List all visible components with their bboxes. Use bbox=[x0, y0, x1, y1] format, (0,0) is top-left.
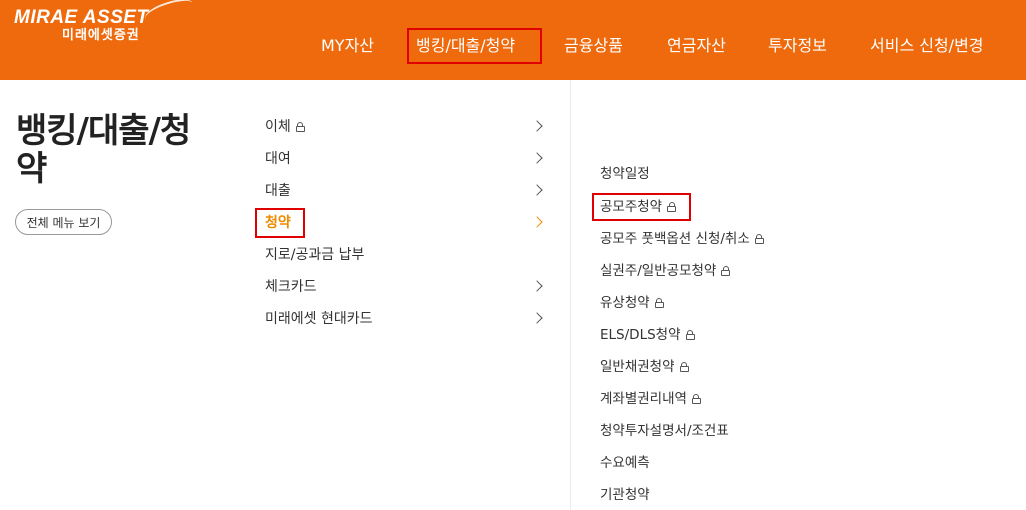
submenu-item-hyundai-card[interactable]: 미래에셋 현대카드 bbox=[265, 307, 547, 331]
menu-item-els-dls-subscription[interactable]: ELS/DLS청약 bbox=[600, 324, 695, 346]
gnb-active-underline bbox=[414, 62, 534, 64]
menu-item-label: 수요예측 bbox=[600, 455, 650, 471]
menu-item-label: 실권주/일반공모청약 bbox=[600, 263, 717, 279]
logo-swoosh-icon bbox=[142, 0, 196, 28]
submenu-label: 체크카드 bbox=[265, 279, 317, 295]
submenu-label: 대여 bbox=[265, 151, 291, 167]
menu-item-ipo-subscription[interactable]: 공모주청약 bbox=[600, 196, 677, 218]
lock-icon bbox=[685, 330, 695, 340]
menu-item-label: 기관청약 bbox=[600, 487, 650, 503]
chevron-right-icon bbox=[531, 280, 543, 292]
menu-item-subscription-schedule[interactable]: 청약일정 bbox=[600, 163, 650, 185]
menu-item-institutional-subscription[interactable]: 기관청약 bbox=[600, 484, 650, 506]
gnb-item-my-assets[interactable]: MY자산 bbox=[321, 36, 374, 56]
lock-icon bbox=[691, 394, 701, 404]
menu-item-label: 공모주청약 bbox=[600, 199, 663, 215]
submenu-item-loan[interactable]: 대출 bbox=[265, 179, 547, 203]
menu-item-ipo-putback-option[interactable]: 공모주 풋백옵션 신청/취소 bbox=[600, 228, 764, 250]
submenu-label: 지로/공과금 납부 bbox=[265, 247, 365, 263]
menu-item-label: 청약투자설명서/조건표 bbox=[600, 423, 729, 439]
submenu-item-transfer[interactable]: 이체 bbox=[265, 115, 547, 139]
menu-item-general-bond-subscription[interactable]: 일반채권청약 bbox=[600, 356, 689, 378]
gnb-item-financial-products[interactable]: 금융상품 bbox=[564, 36, 623, 56]
menu-item-label: 청약일정 bbox=[600, 166, 650, 182]
header-bar: MIRAE ASSET 미래에셋증권 MY자산 뱅킹/대출/청약 금융상품 연금… bbox=[0, 0, 1026, 80]
page-title: 뱅킹/대출/청약 bbox=[16, 111, 191, 189]
lock-icon bbox=[679, 362, 689, 372]
menu-item-account-rights-history[interactable]: 계좌별권리내역 bbox=[600, 388, 701, 410]
menu-item-label: 일반채권청약 bbox=[600, 359, 675, 375]
brand-logo[interactable]: MIRAE ASSET 미래에셋증권 bbox=[14, 0, 196, 44]
gnb-item-pension-assets[interactable]: 연금자산 bbox=[667, 36, 726, 56]
lock-icon bbox=[654, 298, 664, 308]
menu-item-prospectus-terms[interactable]: 청약투자설명서/조건표 bbox=[600, 420, 729, 442]
chevron-right-icon bbox=[531, 152, 543, 164]
submenu-label: 미래에셋 현대카드 bbox=[265, 311, 373, 327]
menu-item-forfeited-public-offering[interactable]: 실권주/일반공모청약 bbox=[600, 260, 731, 282]
submenu-label: 이체 bbox=[265, 119, 291, 135]
lock-icon bbox=[295, 122, 305, 132]
menu-item-label: 유상청약 bbox=[600, 295, 650, 311]
menu-item-rights-offering[interactable]: 유상청약 bbox=[600, 292, 664, 314]
submenu-label: 청약 bbox=[265, 215, 291, 231]
chevron-right-icon bbox=[531, 184, 543, 196]
gnb-item-banking-loan-subscription[interactable]: 뱅킹/대출/청약 bbox=[416, 36, 515, 56]
menu-item-label: 계좌별권리내역 bbox=[600, 391, 687, 407]
lock-icon bbox=[721, 266, 731, 276]
menu-item-label: 공모주 풋백옵션 신청/취소 bbox=[600, 231, 750, 247]
gnb-item-investment-info[interactable]: 투자정보 bbox=[768, 36, 827, 56]
chevron-right-icon bbox=[531, 312, 543, 324]
logo-subtitle: 미래에셋증권 bbox=[62, 28, 140, 43]
view-all-menu-button[interactable]: 전체 메뉴 보기 bbox=[15, 209, 112, 235]
lock-icon bbox=[667, 202, 677, 212]
chevron-right-icon bbox=[531, 120, 543, 132]
menu-item-demand-forecast[interactable]: 수요예측 bbox=[600, 452, 650, 474]
submenu-item-check-card[interactable]: 체크카드 bbox=[265, 275, 547, 299]
submenu-label: 대출 bbox=[265, 183, 291, 199]
chevron-right-icon bbox=[531, 216, 543, 228]
gnb-item-service-apply-change[interactable]: 서비스 신청/변경 bbox=[870, 36, 984, 56]
submenu-item-subscription[interactable]: 청약 bbox=[265, 211, 547, 235]
submenu-item-giro-utility-payment[interactable]: 지로/공과금 납부 bbox=[265, 243, 547, 267]
submenu-item-lending[interactable]: 대여 bbox=[265, 147, 547, 171]
column-divider bbox=[570, 80, 571, 510]
menu-item-label: ELS/DLS청약 bbox=[600, 327, 681, 343]
logo-wordmark: MIRAE ASSET bbox=[14, 7, 149, 28]
lock-icon bbox=[754, 234, 764, 244]
